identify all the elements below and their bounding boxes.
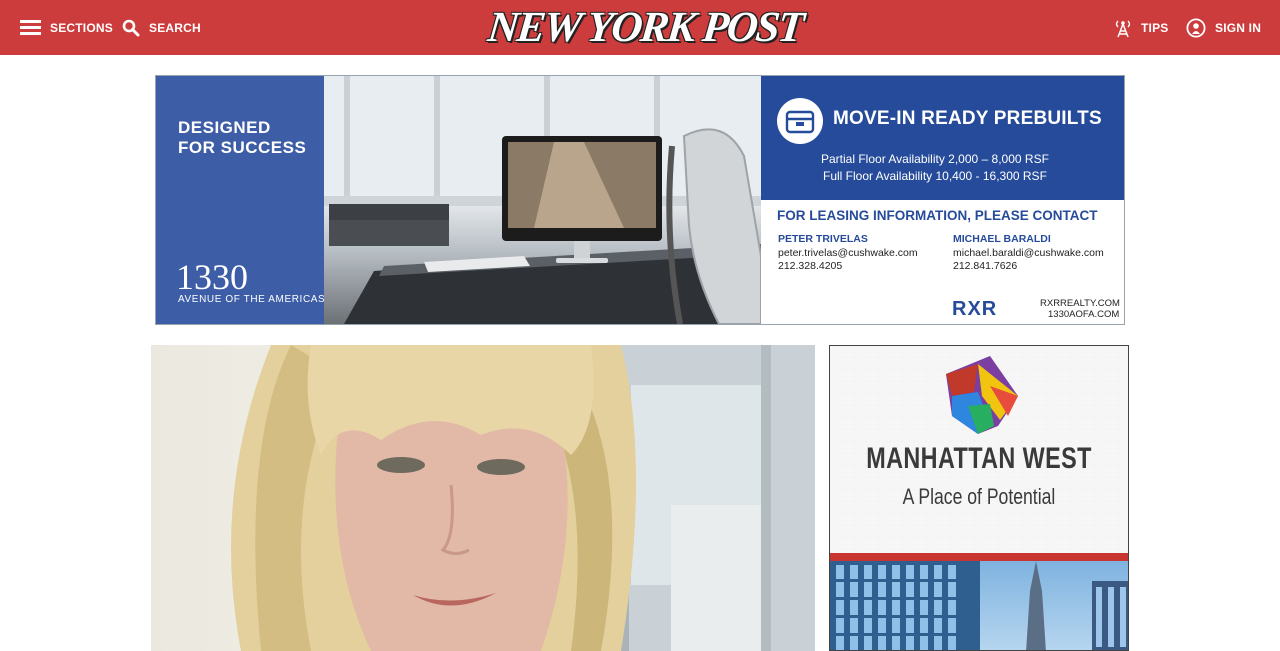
- contact-phone: 212.841.7626: [953, 260, 1018, 272]
- ad-side-pattern: MANHATTAN WEST A Place of Potential: [830, 346, 1128, 553]
- logo-text: NEW YORK POST: [485, 4, 805, 51]
- ad-headline-panel: MOVE-IN READY PREBUILTS Partial Floor Av…: [761, 76, 1124, 200]
- ad-heading: DESIGNED FOR SUCCESS: [178, 118, 307, 157]
- tips-label: TIPS: [1141, 20, 1169, 35]
- contact-email[interactable]: michael.baraldi@cushwake.com: [953, 247, 1104, 259]
- search-button[interactable]: SEARCH: [122, 0, 201, 55]
- search-icon: [122, 19, 140, 37]
- box-icon: [777, 98, 823, 144]
- building-address: AVENUE OF THE AMERICAS: [178, 294, 326, 305]
- contact-email[interactable]: peter.trivelas@cushwake.com: [778, 247, 918, 259]
- leaderboard-ad[interactable]: DESIGNED FOR SUCCESS 1330 AVENUE OF THE …: [155, 75, 1125, 325]
- user-icon: [1186, 17, 1206, 38]
- site-header: SECTIONS SEARCH NEW YORK POST TIPS SIGN …: [0, 0, 1280, 55]
- ad-url[interactable]: 1330AOFA.COM: [1048, 309, 1119, 320]
- ad-side-skyline-image: [830, 561, 1128, 650]
- office-interior-image: [324, 76, 761, 324]
- contact-name: PETER TRIVELAS: [778, 233, 868, 245]
- sign-in-button[interactable]: SIGN IN: [1186, 0, 1261, 55]
- sidebar-ad[interactable]: MANHATTAN WEST A Place of Potential: [829, 345, 1129, 651]
- menu-icon: [20, 19, 41, 36]
- full-floor-availability: Full Floor Availability 10,400 - 16,300 …: [823, 169, 1047, 183]
- tips-antenna-icon: [1114, 18, 1132, 38]
- article-photo[interactable]: [151, 345, 815, 651]
- contact-phone: 212.328.4205: [778, 260, 843, 272]
- ad-side-tagline: A Place of Potential: [902, 484, 1056, 509]
- ad-side-title: MANHATTAN WEST: [866, 442, 1092, 475]
- sections-label: SECTIONS: [50, 20, 113, 35]
- ad-headline: MOVE-IN READY PREBUILTS: [833, 108, 1102, 129]
- contact-heading: FOR LEASING INFORMATION, PLEASE CONTACT: [777, 208, 1098, 223]
- ad-blue-panel: DESIGNED FOR SUCCESS 1330 AVENUE OF THE …: [156, 76, 326, 324]
- manhattan-west-logo: [938, 356, 1020, 436]
- search-label: SEARCH: [149, 20, 201, 35]
- site-logo[interactable]: NEW YORK POST: [485, 4, 805, 52]
- sections-menu-button[interactable]: SECTIONS: [20, 0, 113, 55]
- rxr-logo: RXR: [952, 298, 998, 320]
- tips-button[interactable]: TIPS: [1114, 0, 1168, 55]
- building-number: 1330: [176, 257, 248, 297]
- ad-url[interactable]: RXRREALTY.COM: [1040, 298, 1120, 309]
- ad-side-divider: [830, 553, 1128, 561]
- partial-floor-availability: Partial Floor Availability 2,000 – 8,000…: [821, 152, 1049, 166]
- contact-name: MICHAEL BARALDI: [953, 233, 1051, 245]
- sign-in-label: SIGN IN: [1215, 20, 1262, 35]
